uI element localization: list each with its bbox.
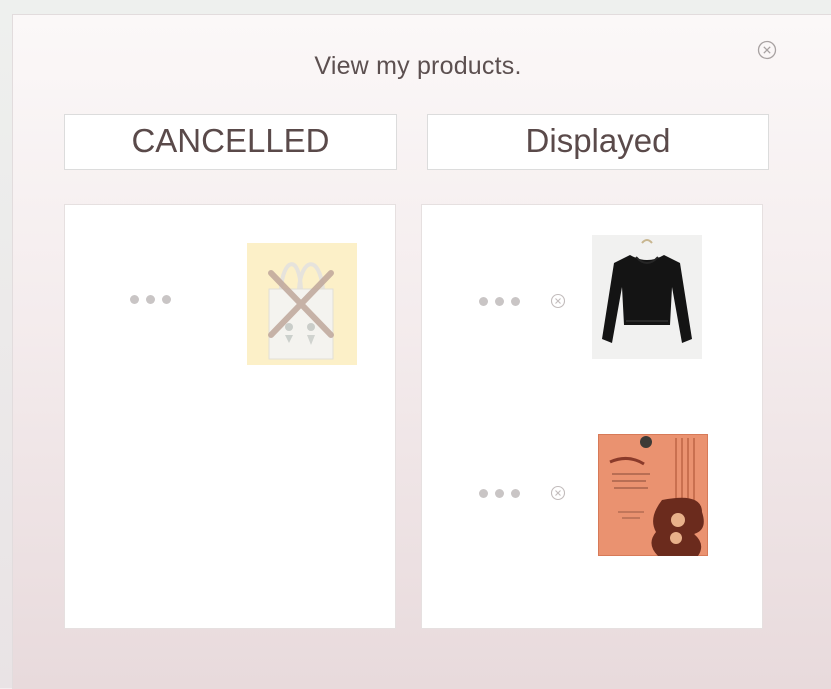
modal-title: View my products. bbox=[314, 52, 522, 80]
book-cover-icon bbox=[598, 434, 708, 556]
product-thumbnail-book[interactable] bbox=[598, 434, 708, 556]
close-icon[interactable] bbox=[757, 40, 777, 60]
more-options-icon[interactable] bbox=[479, 297, 520, 306]
tab-displayed[interactable]: Displayed bbox=[427, 114, 769, 170]
cross-mark-icon bbox=[268, 270, 334, 338]
product-thumbnail-tote-bag[interactable] bbox=[247, 243, 357, 365]
displayed-products-panel bbox=[421, 204, 763, 629]
more-options-icon[interactable] bbox=[479, 489, 520, 498]
cancelled-products-panel bbox=[64, 204, 396, 629]
product-thumbnail-sweater[interactable] bbox=[592, 235, 702, 359]
more-options-icon[interactable] bbox=[130, 295, 171, 304]
remove-icon[interactable] bbox=[550, 485, 566, 501]
tab-cancelled[interactable]: CANCELLED bbox=[64, 114, 397, 170]
remove-icon[interactable] bbox=[550, 293, 566, 309]
sweater-icon bbox=[592, 235, 702, 359]
